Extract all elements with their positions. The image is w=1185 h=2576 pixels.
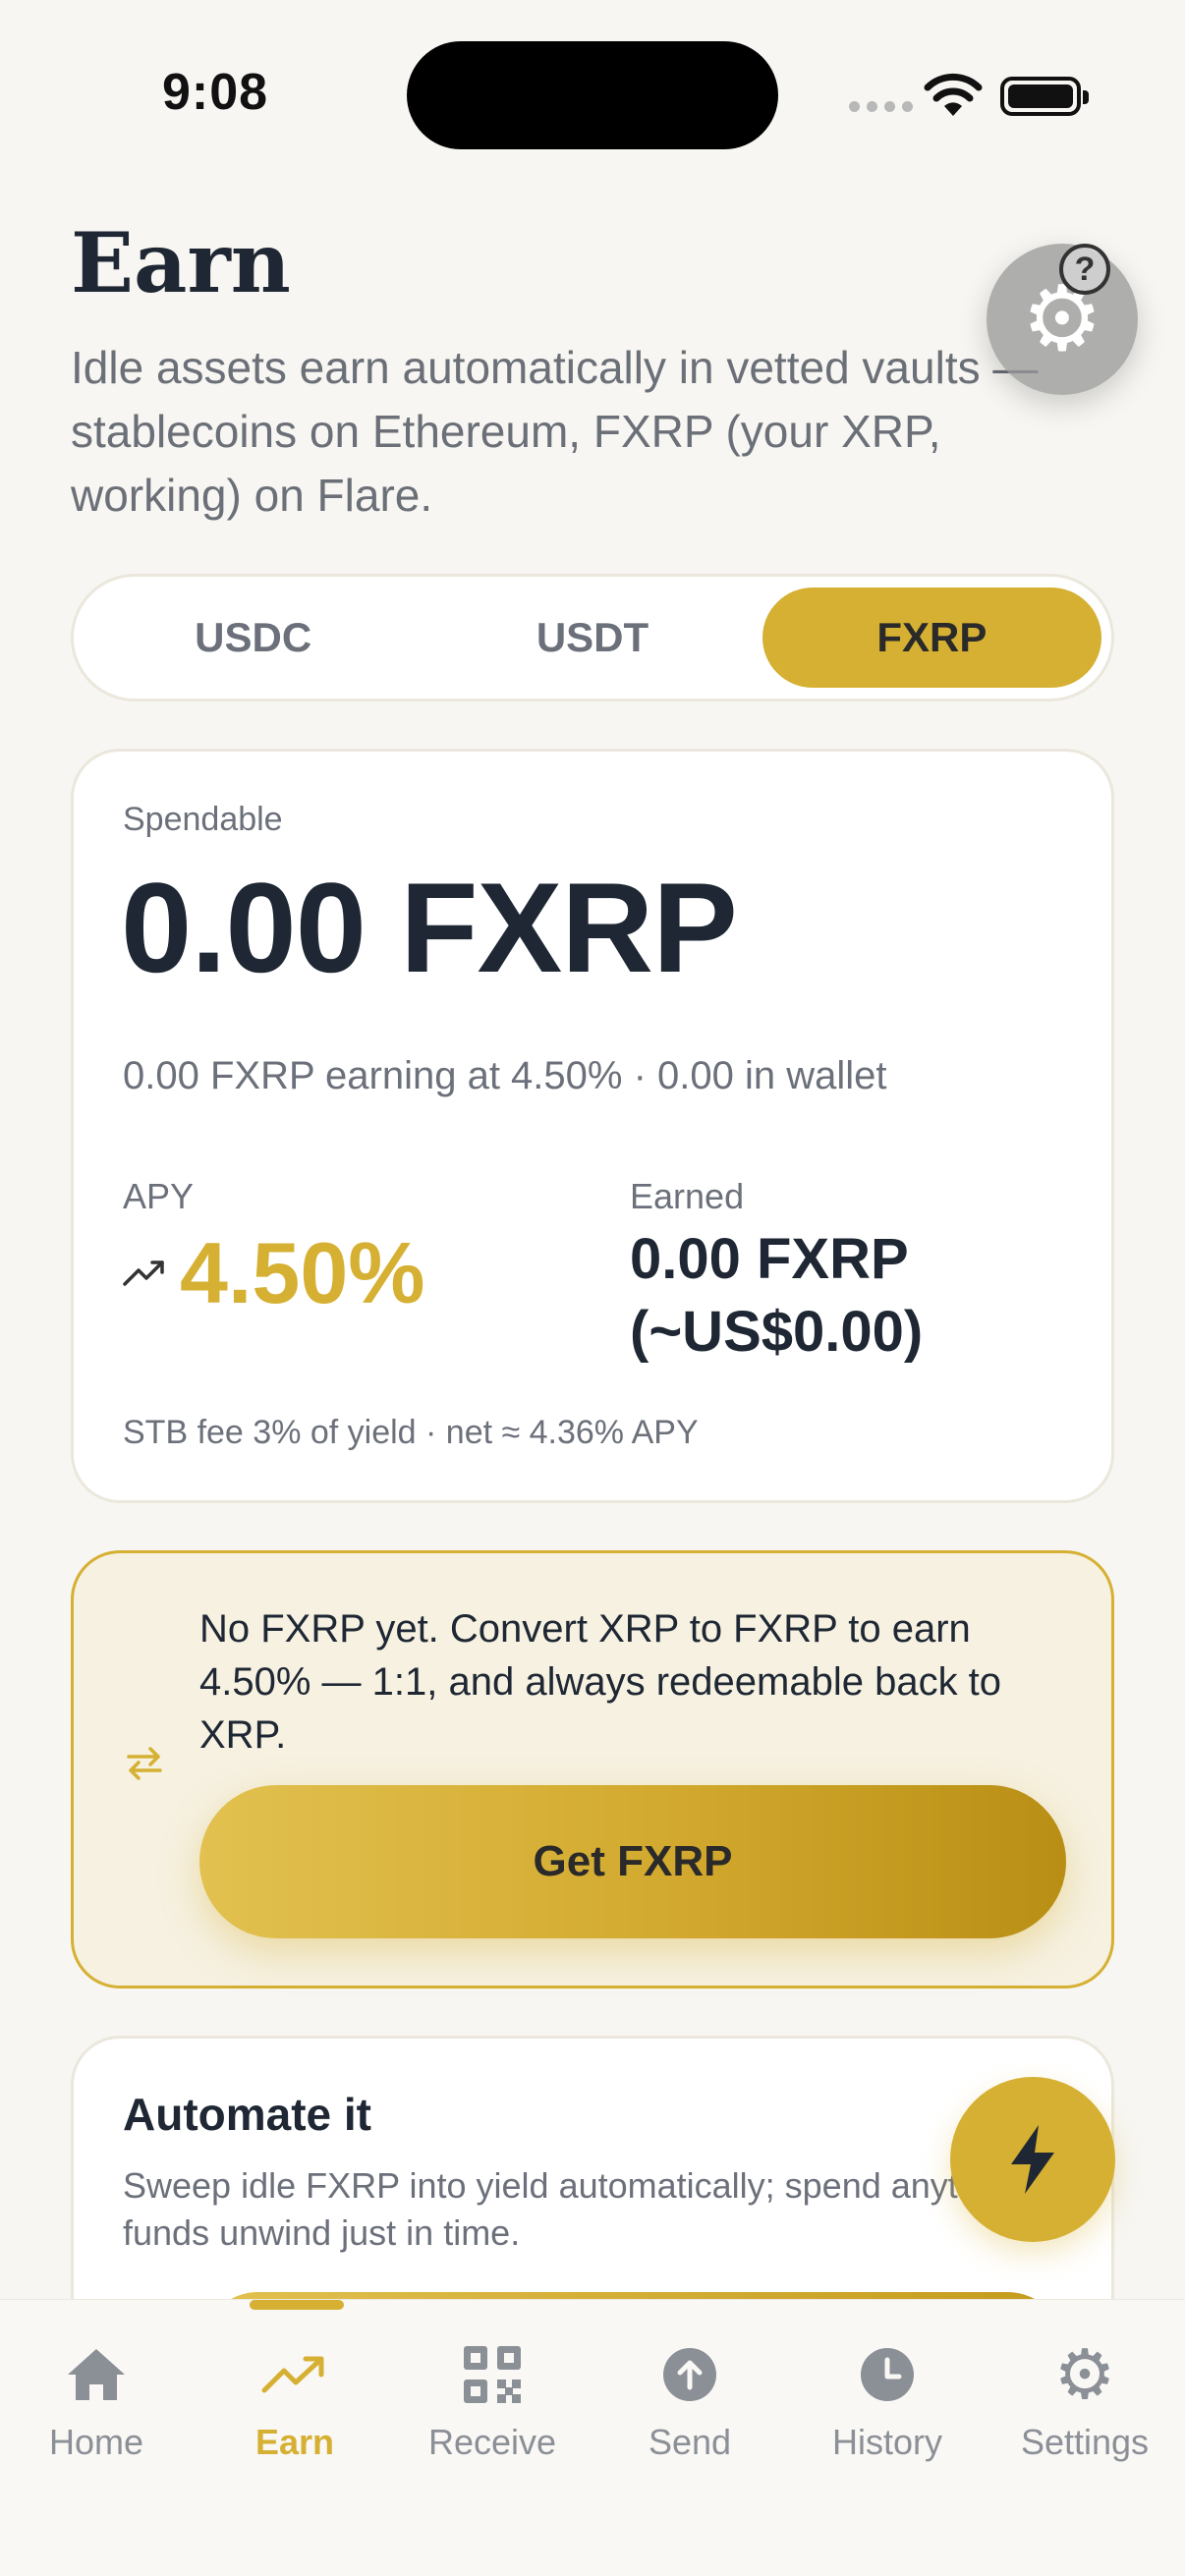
earned-value: 0.00 FXRP (~US$0.00) <box>630 1223 1062 1369</box>
tab-fxrp[interactable]: FXRP <box>762 588 1101 688</box>
page-subtitle: Idle assets earn automatically in vetted… <box>71 342 1039 521</box>
help-settings-button[interactable]: ⚙ ? <box>987 244 1138 395</box>
apy-value-row: 4.50% <box>123 1223 425 1323</box>
balance-summary: 0.00 FXRP earning at 4.50% · 0.00 in wal… <box>123 1054 887 1097</box>
get-fxrp-button[interactable]: Get FXRP <box>199 1785 1066 1938</box>
get-fxrp-card: No FXRP yet. Convert XRP to FXRP to earn… <box>71 1550 1114 1988</box>
tab-receive-label: Receive <box>427 2422 557 2462</box>
earned-amount: 0.00 FXRP (~US$0.00) <box>630 1227 924 1364</box>
spendable-amount: 0.00 FXRP <box>121 856 738 999</box>
tab-receive[interactable]: Receive <box>404 2339 581 2477</box>
swap-icon <box>127 1747 162 1780</box>
apy-value: 4.50% <box>180 1224 425 1321</box>
trend-up-icon <box>123 1260 164 1286</box>
tab-home-label: Home <box>48 2422 144 2462</box>
asset-segmented-control: USDC USDT FXRP <box>71 574 1114 701</box>
active-tab-indicator <box>250 2300 344 2310</box>
clock-icon <box>859 2339 916 2410</box>
send-icon <box>661 2339 718 2410</box>
wifi-icon <box>924 73 983 116</box>
tab-earn[interactable]: Earn <box>204 2339 385 2477</box>
automate-description: Sweep idle FXRP into yield automatically… <box>123 2165 1060 2253</box>
tab-history[interactable]: History <box>799 2339 976 2477</box>
tab-send[interactable]: Send <box>601 2339 778 2477</box>
earned-label: Earned <box>630 1176 745 1216</box>
cta-message: No FXRP yet. Convert XRP to FXRP to earn… <box>199 1607 1002 1757</box>
home-icon <box>64 2339 129 2410</box>
lightning-icon <box>1011 2125 1054 2194</box>
dynamic-island <box>407 41 778 149</box>
gear-icon: ⚙ <box>1053 2336 1116 2413</box>
balance-card: Spendable 0.00 FXRP 0.00 FXRP earning at… <box>71 749 1114 1503</box>
tab-history-label: History <box>831 2422 942 2462</box>
apy-label: APY <box>123 1176 195 1216</box>
page-title: Earn <box>71 214 291 311</box>
quick-action-button[interactable] <box>950 2077 1115 2242</box>
qr-icon <box>462 2339 523 2410</box>
question-icon: ? <box>1059 244 1110 295</box>
tab-usdt[interactable]: USDT <box>423 588 762 688</box>
tab-usdc[interactable]: USDC <box>84 588 423 688</box>
fee-note: STB fee 3% of yield · net ≈ 4.36% APY <box>123 1414 699 1451</box>
tab-home[interactable]: Home <box>8 2339 185 2477</box>
automate-title: Automate it <box>123 2089 371 2140</box>
signal-icon <box>849 101 913 112</box>
status-time: 9:08 <box>162 64 269 121</box>
tab-settings[interactable]: ⚙ Settings <box>996 2339 1173 2477</box>
tab-earn-label: Earn <box>254 2422 335 2462</box>
tab-settings-label: Settings <box>1020 2422 1150 2462</box>
trend-icon <box>260 2339 329 2410</box>
battery-icon <box>1000 77 1089 116</box>
tab-send-label: Send <box>648 2422 732 2462</box>
bottom-tab-bar: Home Earn Receive Send History ⚙ Setting… <box>0 2299 1185 2576</box>
status-bar: 9:08 <box>0 0 1185 187</box>
spendable-label: Spendable <box>123 801 283 838</box>
